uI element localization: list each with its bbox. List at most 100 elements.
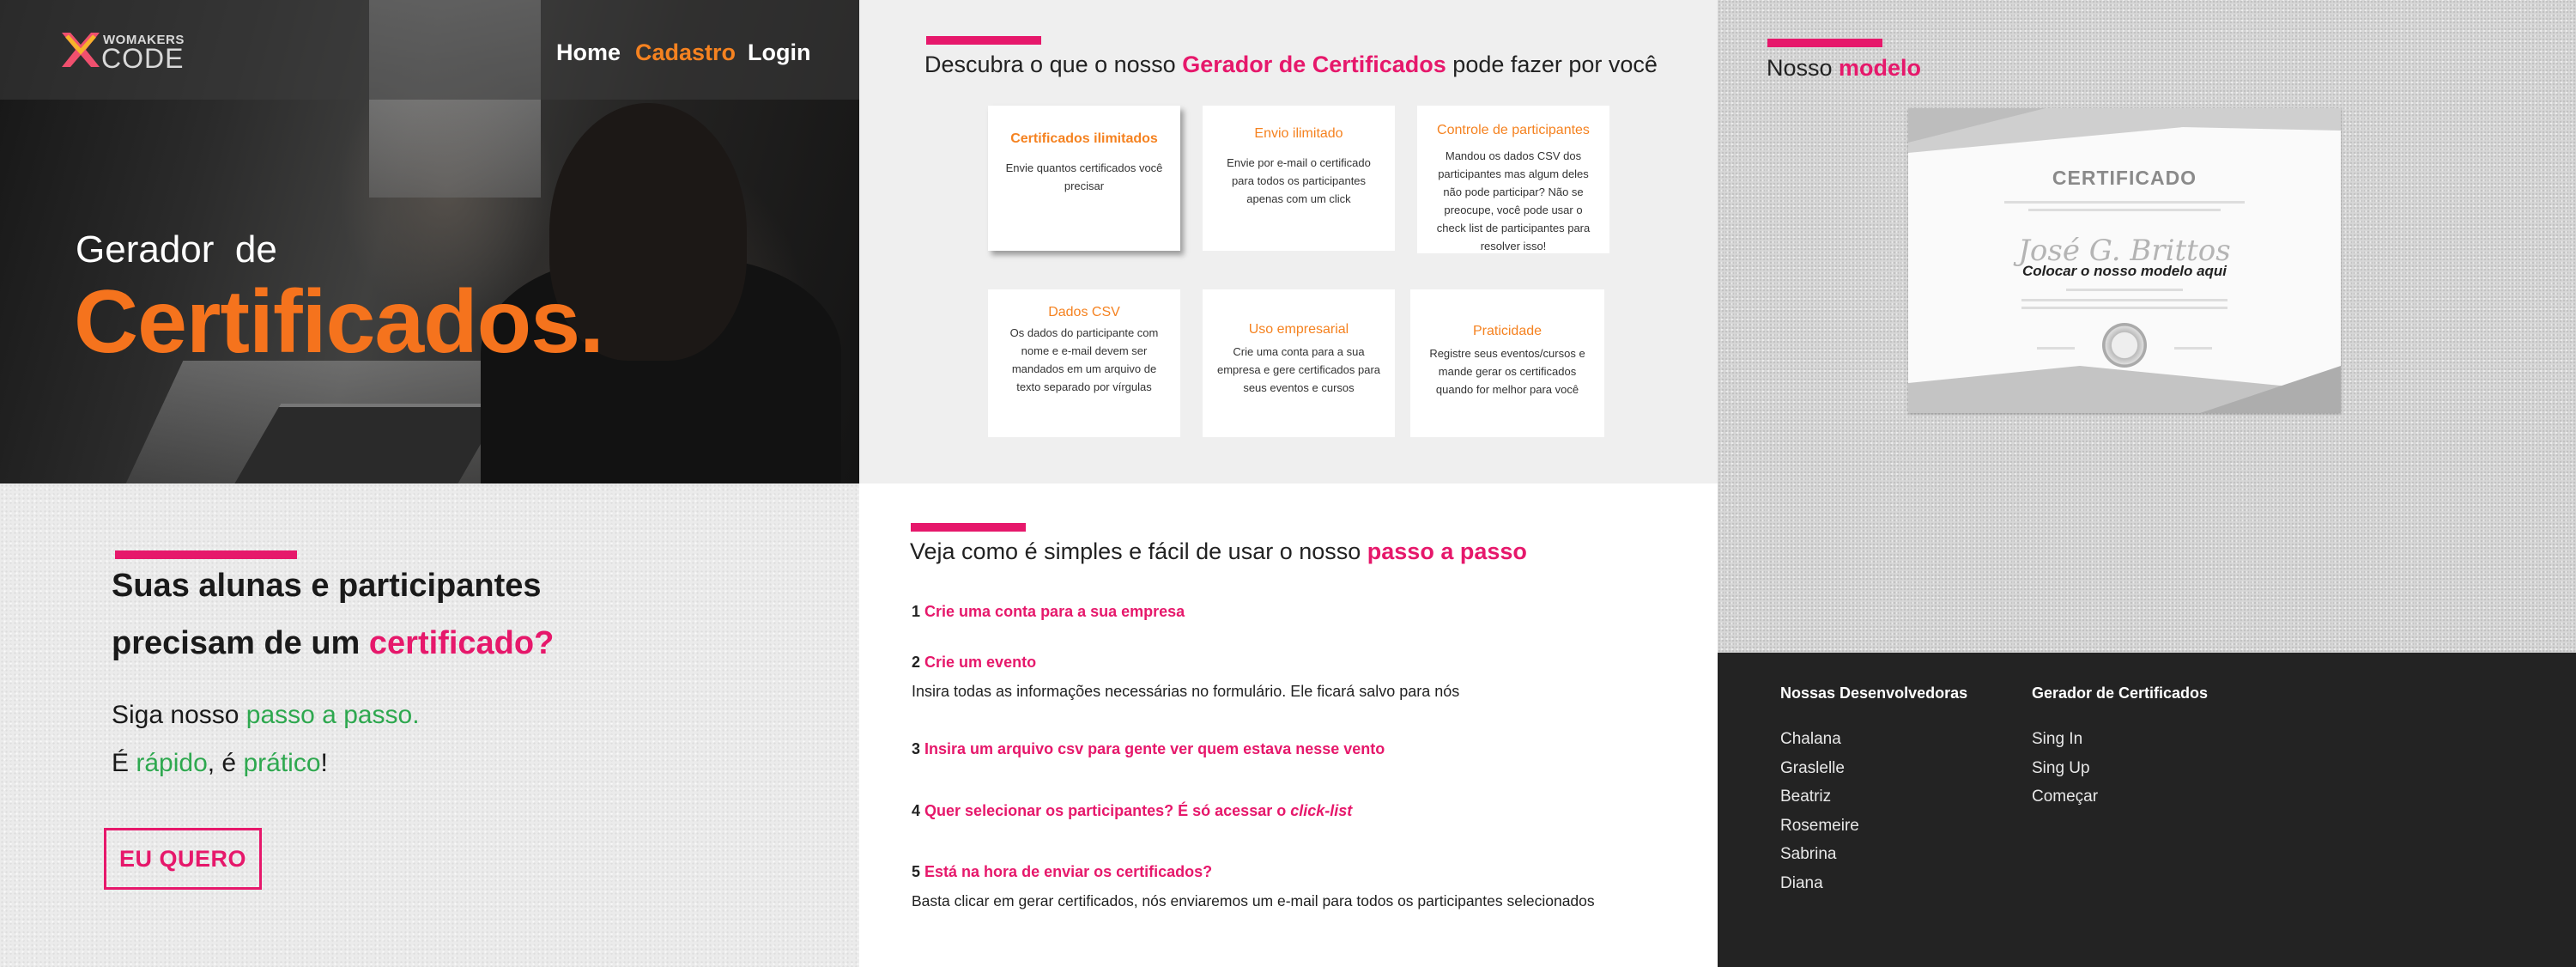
cta-paragraph-2: É rápido, é prático! [112, 749, 328, 778]
cta-paragraph-1: Siga nosso passo a passo. [112, 701, 420, 730]
step-5-title: 5 Está na hora de enviar os certificados… [912, 863, 1212, 881]
footer-developer-link[interactable]: Diana [1780, 874, 1823, 893]
steps-title: Veja como é simples e fácil de usar o no… [910, 538, 1527, 565]
step-number: 3 [912, 740, 921, 757]
steps-title-prefix: Veja como é simples e fácil de usar o no… [910, 538, 1367, 564]
features-title: Descubra o que o nosso Gerador de Certif… [924, 52, 1658, 78]
features-title-highlight: Gerador de Certificados [1182, 52, 1446, 77]
step-1-title: 1 Crie uma conta para a sua empresa [912, 603, 1185, 621]
footer-col-developers-title: Nossas Desenvolvedoras [1780, 684, 1968, 702]
cta-heading-highlight: certificado? [368, 625, 555, 661]
certificate-title: CERTIFICADO [2052, 167, 2197, 189]
feature-card-praticidade: Praticidade Registre seus eventos/cursos… [1410, 289, 1604, 437]
feature-card-title: Dados CSV [1048, 305, 1120, 319]
feature-card-text: Envie quantos certificados você precisar [1005, 161, 1163, 192]
step-title-text: Crie um evento [924, 654, 1037, 671]
certificate-text-line [2004, 201, 2245, 204]
nav-login-link[interactable]: Login [748, 40, 810, 66]
certificate-signature-line [2037, 347, 2075, 350]
step-title-text: Está na hora de enviar os certificados? [924, 863, 1213, 880]
section-accent-bar [911, 523, 1026, 532]
cta-para2-text: É [112, 749, 136, 777]
step-2-title: 2 Crie um evento [912, 654, 1036, 672]
certificate-text-line [2028, 209, 2221, 211]
cta-para1-highlight: passo a passo. [245, 701, 420, 729]
step-number: 5 [912, 863, 921, 880]
section-accent-bar [926, 36, 1041, 45]
step-5-description: Basta clicar em gerar certificados, nós … [912, 892, 1595, 909]
modelo-title: Nosso modelo [1767, 55, 1921, 82]
step-number: 4 [912, 802, 921, 819]
section-accent-bar [115, 550, 297, 559]
certificate-signature-line [2174, 347, 2212, 350]
features-title-suffix: pode fazer por você [1446, 52, 1658, 77]
step-2-description: Insira todas as informações necessárias … [912, 683, 1460, 700]
hero-photo-laptop [233, 404, 505, 484]
feature-card-text: Envie por e-mail o certificado para todo… [1227, 156, 1371, 205]
cta-para2-text: ! [320, 749, 328, 777]
step-title-italic: click-list [1290, 802, 1353, 819]
hero-title: Certificados. [74, 272, 604, 372]
footer-sign-up-link[interactable]: Sing Up [2032, 759, 2090, 778]
section-accent-bar [1767, 39, 1882, 47]
footer-comecar-link[interactable]: Começar [2032, 788, 2098, 806]
step-3-title: 3 Insira um arquivo csv para gente ver q… [912, 740, 1385, 758]
feature-card-certificados: Certificados ilimitados Envie quantos ce… [988, 106, 1180, 251]
hero-section: WOMAKERS CODE Home Cadastro Login Gerado… [0, 0, 859, 484]
hero-subtitle: Gerador de [76, 228, 277, 271]
cta-heading-line2: precisam de um certificado? [112, 625, 554, 662]
nav-cadastro-link[interactable]: Cadastro [635, 40, 736, 66]
feature-card-text: Crie uma conta para a sua empresa e gere… [1216, 345, 1381, 394]
logo-icon [62, 33, 100, 67]
logo-text-code: CODE [101, 43, 185, 74]
feature-card-dados-csv: Dados CSV Os dados do participante com n… [988, 289, 1180, 437]
feature-card-text: Mandou os dados CSV dos participantes ma… [1436, 149, 1591, 252]
feature-card-text: Os dados do participante com nome e e-ma… [1009, 326, 1159, 393]
certificate-subtitle: Colocar o nosso modelo aqui [2021, 263, 2227, 279]
step-title-text: Crie uma conta para a sua empresa [924, 603, 1185, 620]
footer-developer-link[interactable]: Graslelle [1780, 759, 1845, 778]
footer-developer-link[interactable]: Chalana [1780, 730, 1841, 749]
feature-card-title: Certificados ilimitados [1010, 131, 1158, 146]
certificate-text-line [2066, 289, 2183, 291]
nav-home-link[interactable]: Home [556, 40, 621, 66]
cta-heading-line1: Suas alunas e participantes [112, 568, 542, 604]
cta-para2-highlight: prático [243, 749, 321, 777]
feature-card-title: Praticidade [1472, 324, 1543, 338]
eu-quero-button[interactable]: EU QUERO [104, 828, 262, 890]
cta-heading-prefix: precisam de um [112, 625, 369, 661]
modelo-title-prefix: Nosso [1767, 55, 1840, 81]
footer-developer-link[interactable]: Rosemeire [1780, 817, 1859, 836]
feature-card-title: Controle de participantes [1437, 123, 1590, 137]
certificate-text-line [2021, 299, 2227, 301]
footer-developer-link[interactable]: Sabrina [1780, 845, 1837, 864]
features-title-prefix: Descubra o que o nosso [924, 52, 1183, 77]
footer-col-gerador-title: Gerador de Certificados [2032, 684, 2209, 702]
modelo-section: Nosso modelo CERTIFICADO José G. Brittos… [1718, 0, 2576, 653]
step-title-text: Quer selecionar os participantes? É só a… [924, 802, 1291, 819]
cta-para1-prefix: Siga nosso [112, 701, 246, 729]
womakers-code-logo[interactable]: WOMAKERS CODE [58, 29, 196, 74]
feature-card-uso-empresarial: Uso empresarial Crie uma conta para a su… [1203, 289, 1395, 437]
modelo-title-highlight: modelo [1839, 55, 1922, 81]
feature-card-title: Envio ilimitado [1254, 126, 1343, 141]
footer-developer-link[interactable]: Beatriz [1780, 788, 1831, 806]
step-title-text: Insira um arquivo csv para gente ver que… [924, 740, 1385, 757]
feature-card-title: Uso empresarial [1248, 322, 1349, 337]
feature-card-envio: Envio ilimitado Envie por e-mail o certi… [1203, 106, 1395, 251]
cta-para2-highlight: rápido [136, 749, 208, 777]
feature-card-text: Registre seus eventos/cursos e mande ger… [1429, 347, 1585, 396]
steps-section: Veja como é simples e fácil de usar o no… [859, 484, 1718, 967]
certificate-text-line [2021, 307, 2227, 309]
step-number: 1 [912, 603, 921, 620]
cta-para2-text: , é [207, 749, 244, 777]
footer: Nossas Desenvolvedoras Chalana Graslelle… [1718, 653, 2576, 967]
features-section: Descubra o que o nosso Gerador de Certif… [859, 0, 1718, 484]
steps-title-highlight: passo a passo [1367, 538, 1527, 564]
footer-sign-in-link[interactable]: Sing In [2032, 730, 2082, 749]
step-4-title: 4 Quer selecionar os participantes? É só… [912, 802, 1352, 820]
step-number: 2 [912, 654, 921, 671]
certificate-preview: CERTIFICADO José G. Brittos Colocar o no… [1908, 108, 2341, 413]
cta-section: Suas alunas e participantes precisam de … [0, 484, 859, 967]
certificate-seal-icon [2102, 323, 2147, 368]
